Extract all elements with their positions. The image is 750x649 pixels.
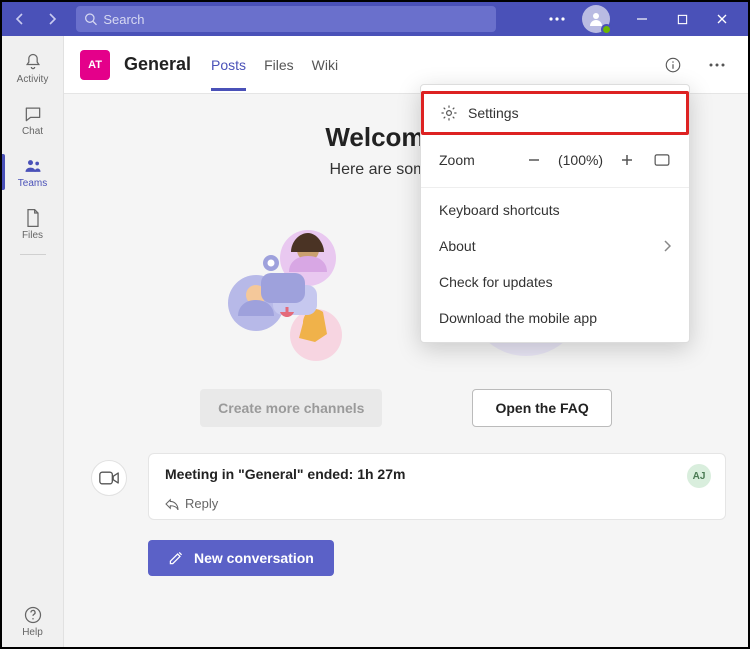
menu-item-settings[interactable]: Settings [421,91,689,135]
menu-item-download-mobile[interactable]: Download the mobile app [421,300,689,336]
reply-button[interactable]: Reply [165,496,709,511]
minus-icon [527,153,541,167]
rail-item-teams[interactable]: Teams [2,146,63,198]
search-icon [84,12,97,26]
video-icon [99,470,119,486]
compose-icon [168,550,184,566]
menu-zoom-row: Zoom (100%) [421,139,689,183]
reply-icon [165,498,179,510]
app-window: Activity Chat Teams Files Help [0,0,750,649]
open-faq-button[interactable]: Open the FAQ [472,389,611,427]
minimize-button[interactable] [622,2,662,36]
search-box[interactable] [76,6,496,32]
rail-label: Activity [17,74,49,85]
file-icon [24,208,42,228]
settings-dropdown-menu: Settings Zoom (100%) Keyboard shortcuts … [420,84,690,343]
new-conversation-button[interactable]: New conversation [148,540,334,576]
create-channels-button[interactable]: Create more channels [200,389,382,427]
window-controls [622,2,742,36]
menu-item-check-updates[interactable]: Check for updates [421,264,689,300]
rail-item-help[interactable]: Help [2,595,63,647]
participant-avatar[interactable]: AJ [687,464,711,488]
fullscreen-button[interactable] [650,147,673,173]
tab-wiki[interactable]: Wiki [312,39,338,91]
meeting-ended-card: Meeting in "General" ended: 1h 27m AJ Re… [148,453,726,520]
forward-button[interactable] [40,7,64,31]
fullscreen-icon [654,154,670,166]
channel-more-button[interactable] [702,50,732,80]
chat-icon [23,104,43,124]
titlebar [2,2,748,36]
plus-icon [620,153,634,167]
team-avatar[interactable]: AT [80,50,110,80]
tab-files[interactable]: Files [264,39,294,91]
presence-available-icon [601,24,612,35]
rail-item-activity[interactable]: Activity [2,42,63,94]
help-icon [23,605,43,625]
profile-avatar[interactable] [582,5,610,33]
zoom-in-button[interactable] [615,147,638,173]
app-rail: Activity Chat Teams Files Help [2,36,64,647]
illustration-channels [201,203,381,373]
person-icon [588,11,604,27]
chevron-right-icon [663,240,671,252]
rail-label: Files [22,230,43,241]
tab-posts[interactable]: Posts [211,39,246,91]
rail-label: Help [22,627,43,638]
bell-icon [23,52,43,72]
zoom-label: Zoom [439,152,499,168]
channel-tabs: Posts Files Wiki [211,39,338,91]
search-input[interactable] [103,12,488,27]
rail-item-chat[interactable]: Chat [2,94,63,146]
back-button[interactable] [8,7,32,31]
main-content: AT General Posts Files Wiki Welcome to t [64,36,748,647]
zoom-out-button[interactable] [523,147,546,173]
zoom-value: (100%) [558,152,603,168]
maximize-button[interactable] [662,2,702,36]
rail-label: Teams [18,178,47,189]
teams-icon [23,156,43,176]
channel-name: General [124,54,191,75]
meeting-icon [91,460,127,496]
close-button[interactable] [702,2,742,36]
channel-info-button[interactable] [658,50,688,80]
menu-item-keyboard-shortcuts[interactable]: Keyboard shortcuts [421,192,689,228]
menu-item-about[interactable]: About [421,228,689,264]
more-options-button[interactable] [544,3,570,35]
rail-item-files[interactable]: Files [2,198,63,250]
gear-icon [440,104,458,122]
meeting-ended-text: Meeting in "General" ended: 1h 27m [165,466,709,482]
rail-label: Chat [22,126,43,137]
